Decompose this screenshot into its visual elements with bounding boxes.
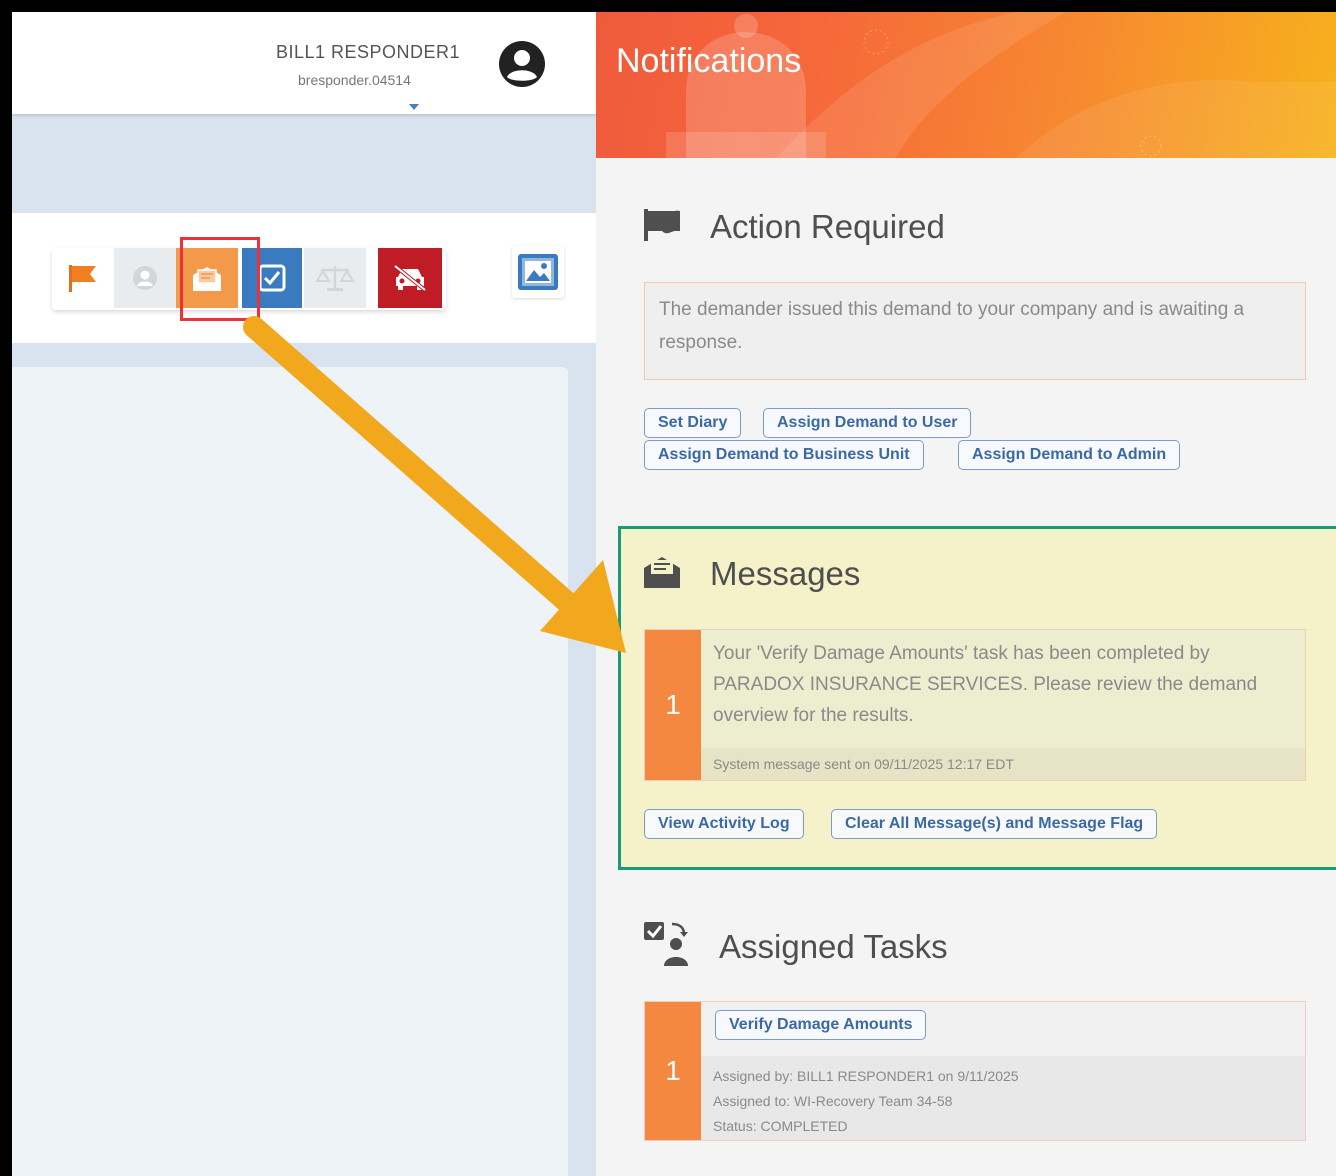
notifications-pane: Notifications Action Required The demand… [596, 12, 1336, 1176]
user-avatar-icon[interactable] [498, 40, 546, 88]
flag-icon[interactable] [52, 248, 114, 308]
person-icon[interactable] [114, 248, 176, 308]
task-assigned-to: Assigned to: WI-Recovery Team 34-58 [713, 1093, 953, 1109]
car-crash-icon[interactable] [378, 248, 442, 308]
user-name: BILL1 RESPONDER1 [276, 42, 461, 62]
bell-watermark-icon [666, 12, 1336, 158]
message-text: Your 'Verify Damage Amounts' task has be… [713, 643, 1258, 726]
task-meta: Assigned by: BILL1 RESPONDER1 on 9/11/20… [701, 1056, 1305, 1140]
action-required-description: The demander issued this demand to your … [644, 282, 1306, 380]
user-id: bresponder.04514 [298, 72, 411, 88]
assign-demand-to-business-unit-button[interactable]: Assign Demand to Business Unit [644, 440, 924, 470]
view-activity-log-button[interactable]: View Activity Log [644, 809, 804, 839]
assign-demand-to-user-button[interactable]: Assign Demand to User [763, 408, 972, 438]
message-meta: System message sent on 09/11/2025 12:17 … [701, 748, 1305, 780]
messages-heading: Messages [710, 555, 861, 592]
message-envelope-icon [644, 557, 680, 588]
set-diary-button[interactable]: Set Diary [644, 408, 742, 438]
clear-all-messages-button[interactable]: Clear All Message(s) and Message Flag [831, 809, 1158, 839]
action-required-heading: Action Required [710, 208, 945, 245]
task-card: 1 Verify Damage Amounts Assigned by: BIL… [644, 1001, 1306, 1141]
notifications-title: Notifications [616, 42, 802, 80]
task-assigned-by: Assigned by: BILL1 RESPONDER1 on 9/11/20… [713, 1068, 1019, 1084]
highlight-red-box [180, 237, 260, 321]
content-panel [12, 367, 568, 1176]
user-header: BILL1 RESPONDER1 bresponder.04514 [12, 12, 596, 114]
task-count-badge: 1 [645, 1002, 701, 1140]
verify-damage-amounts-button[interactable]: Verify Damage Amounts [715, 1010, 927, 1040]
scale-icon[interactable] [304, 248, 366, 308]
assigned-tasks-icon [644, 922, 688, 966]
message-card: 1 Your 'Verify Damage Amounts' task has … [644, 629, 1306, 781]
left-pane: BILL1 RESPONDER1 bresponder.04514 [12, 12, 596, 1176]
user-menu-caret-icon[interactable] [409, 104, 419, 110]
flag-icon [644, 209, 680, 241]
screenshot-frame: BILL1 RESPONDER1 bresponder.04514 Notifi… [0, 0, 1336, 1176]
photo-icon[interactable] [512, 246, 564, 298]
assign-demand-to-admin-button[interactable]: Assign Demand to Admin [958, 440, 1181, 470]
assigned-tasks-heading: Assigned Tasks [719, 928, 948, 965]
task-status: Status: COMPLETED [713, 1118, 848, 1134]
message-count-badge: 1 [645, 630, 701, 780]
notifications-header: Notifications [596, 12, 1336, 158]
